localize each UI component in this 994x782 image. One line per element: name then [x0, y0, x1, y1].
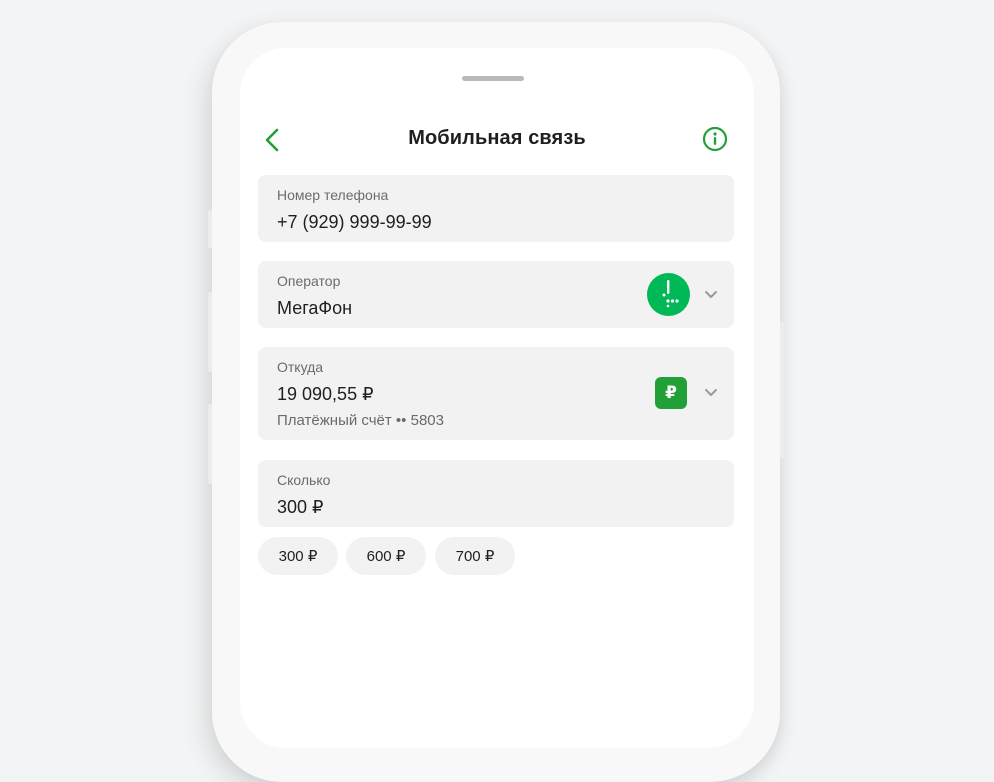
- side-button: [208, 404, 212, 484]
- side-button: [208, 292, 212, 372]
- source-label: Откуда: [277, 359, 324, 375]
- amount-field[interactable]: Сколько 300 ₽: [258, 460, 734, 527]
- info-icon: [702, 126, 728, 152]
- info-button[interactable]: [700, 124, 730, 154]
- amount-label: Сколько: [277, 472, 331, 488]
- side-button: [208, 210, 212, 248]
- chevron-down-icon[interactable]: [704, 388, 718, 398]
- side-button: [780, 322, 784, 458]
- amount-value: 300 ₽: [277, 497, 324, 517]
- quick-amount-chip[interactable]: 600 ₽: [346, 537, 426, 575]
- source-account-field[interactable]: Откуда 19 090,55 ₽ Платёжный счёт •• 580…: [258, 347, 734, 440]
- chevron-down-icon[interactable]: [704, 290, 718, 300]
- phone-number-field[interactable]: Номер телефона +7 (929) 999-99-99: [258, 175, 734, 242]
- phone-number-label: Номер телефона: [277, 187, 389, 203]
- operator-field[interactable]: Оператор МегаФон: [258, 261, 734, 328]
- notch-indicator: [462, 76, 524, 81]
- phone-screen: Мобильная связь Номер телефона +7 (929) …: [240, 48, 754, 748]
- source-account-number: Платёжный счёт •• 5803: [277, 412, 444, 429]
- source-balance: 19 090,55 ₽: [277, 384, 374, 404]
- page-title: Мобильная связь: [408, 127, 586, 149]
- megafon-logo-icon: [647, 273, 690, 316]
- quick-amount-chip[interactable]: 300 ₽: [258, 537, 338, 575]
- phone-number-value: +7 (929) 999-99-99: [277, 212, 432, 232]
- ruble-account-icon: ₽: [655, 377, 687, 409]
- quick-amount-chip[interactable]: 700 ₽: [435, 537, 515, 575]
